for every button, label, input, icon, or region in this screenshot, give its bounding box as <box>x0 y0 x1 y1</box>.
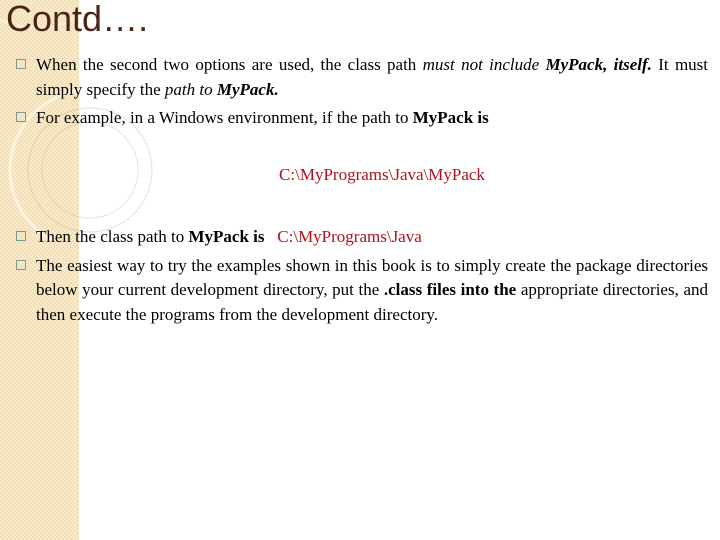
square-bullet-icon <box>16 112 26 122</box>
slide-body: When the second two options are used, th… <box>16 53 708 328</box>
square-bullet-icon <box>16 231 26 241</box>
bullet-item-easiest-way: The easiest way to try the examples show… <box>16 254 708 328</box>
bullet-item-windows-example: For example, in a Windows environment, i… <box>16 106 708 131</box>
class-path-value: C:\MyPrograms\Java <box>277 227 422 246</box>
example-path: C:\MyPrograms\Java\MyPack <box>279 164 485 184</box>
square-bullet-icon <box>16 259 26 270</box>
bullet-item-class-path-rule: When the second two options are used, th… <box>16 53 708 102</box>
bullet-item-class-path-result: Then the class path to MyPack is C:\MyPr… <box>16 225 708 250</box>
square-bullet-icon <box>16 59 26 69</box>
slide-title: Contd…. <box>6 0 149 39</box>
